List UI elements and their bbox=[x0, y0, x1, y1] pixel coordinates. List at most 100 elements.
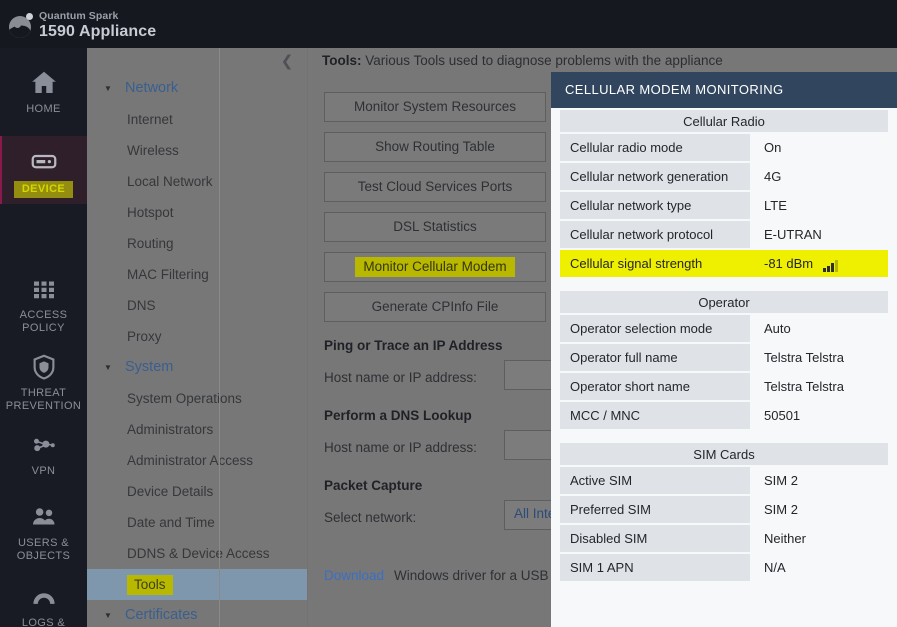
rail-label-logs-monitoring-line1: LOGS & bbox=[0, 617, 87, 627]
device-icon bbox=[29, 146, 59, 176]
row-key: Cellular network type bbox=[560, 192, 750, 219]
gauge-icon bbox=[29, 582, 59, 612]
tree-item-hotspot[interactable]: Hotspot bbox=[87, 197, 307, 228]
brand-product-name: Quantum Spark bbox=[39, 10, 118, 22]
chevron-left-icon[interactable]: ❮ bbox=[279, 54, 295, 70]
caret-down-icon: ▼ bbox=[104, 352, 112, 383]
tree-item-label: Routing bbox=[127, 236, 174, 251]
row-key: Operator selection mode bbox=[560, 315, 750, 342]
tree-item-administrator-access[interactable]: Administrator Access bbox=[87, 445, 307, 476]
row-value-cell: -81 dBm bbox=[750, 250, 888, 277]
tree-item-device-details[interactable]: Device Details bbox=[87, 476, 307, 507]
rail-item-vpn[interactable]: VPN bbox=[0, 426, 87, 486]
table-row: Disabled SIM Neither bbox=[560, 525, 888, 552]
row-key: Preferred SIM bbox=[560, 496, 750, 523]
tree-item-wireless[interactable]: Wireless bbox=[87, 135, 307, 166]
tree-item-system-operations[interactable]: System Operations bbox=[87, 383, 307, 414]
row-key: Cellular signal strength bbox=[560, 250, 750, 277]
section-header-cellular-radio: Cellular Radio bbox=[560, 110, 888, 132]
tree-group-label: Certificates bbox=[125, 607, 198, 623]
row-value: On bbox=[750, 134, 888, 161]
tree-list: ▼ Network Internet Wireless Local Networ… bbox=[87, 73, 307, 627]
tree-item-label: Administrators bbox=[127, 422, 213, 437]
table-row: Operator full name Telstra Telstra bbox=[560, 344, 888, 371]
button-label: Monitor Cellular Modem bbox=[355, 257, 514, 277]
tree-item-tools[interactable]: Tools bbox=[87, 569, 307, 600]
shield-icon bbox=[29, 352, 59, 382]
rail-label-threat-prevention-line2: PREVENTION bbox=[0, 400, 87, 413]
section-gap bbox=[551, 279, 897, 289]
tree-item-ddns-device-access[interactable]: DDNS & Device Access bbox=[87, 538, 307, 569]
quantum-spark-logo-icon bbox=[9, 13, 35, 39]
tree-item-label: DDNS & Device Access bbox=[127, 546, 270, 561]
row-value: LTE bbox=[750, 192, 888, 219]
select-network-label: Select network: bbox=[324, 510, 416, 525]
monitor-system-resources-button[interactable]: Monitor System Resources bbox=[324, 92, 546, 122]
table-row: Preferred SIM SIM 2 bbox=[560, 496, 888, 523]
section-heading-label: Cellular Radio bbox=[560, 110, 888, 132]
tree-item-date-and-time[interactable]: Date and Time bbox=[87, 507, 307, 538]
row-key: MCC / MNC bbox=[560, 402, 750, 429]
download-driver-link[interactable]: Download bbox=[324, 568, 384, 583]
row-key: Disabled SIM bbox=[560, 525, 750, 552]
row-value: 50501 bbox=[750, 402, 888, 429]
rail-item-users-objects[interactable]: USERS & OBJECTS bbox=[0, 498, 87, 568]
section-heading-label: SIM Cards bbox=[560, 443, 888, 465]
row-key: Cellular network protocol bbox=[560, 221, 750, 248]
row-key: Cellular network generation bbox=[560, 163, 750, 190]
section-header-operator: Operator bbox=[560, 291, 888, 313]
tree-item-proxy[interactable]: Proxy bbox=[87, 321, 307, 352]
dsl-statistics-button[interactable]: DSL Statistics bbox=[324, 212, 546, 242]
top-bar: Quantum Spark 1590 Appliance bbox=[0, 0, 897, 48]
table-row: Operator short name Telstra Telstra bbox=[560, 373, 888, 400]
rail-label-vpn: VPN bbox=[0, 465, 87, 478]
tree-item-mac-filtering[interactable]: MAC Filtering bbox=[87, 259, 307, 290]
button-label: Test Cloud Services Ports bbox=[358, 179, 513, 194]
dialog-body: Cellular Radio Cellular radio mode On Ce… bbox=[551, 108, 897, 583]
tree-item-routing[interactable]: Routing bbox=[87, 228, 307, 259]
tree-group-certificates[interactable]: ▼ Certificates bbox=[87, 600, 307, 627]
generate-cpinfo-file-button[interactable]: Generate CPInfo File bbox=[324, 292, 546, 322]
app-root: Quantum Spark 1590 Appliance HOME DEVICE bbox=[0, 0, 897, 627]
tools-description-text: Various Tools used to diagnose problems … bbox=[362, 53, 723, 68]
caret-down-icon: ▼ bbox=[104, 600, 112, 627]
tree-item-label: Tools bbox=[127, 575, 173, 595]
row-value: N/A bbox=[750, 554, 888, 581]
left-nav-rail: HOME DEVICE ACCESS POLICY THREAT bbox=[0, 48, 87, 627]
row-value: SIM 2 bbox=[750, 496, 888, 523]
row-key: Cellular radio mode bbox=[560, 134, 750, 161]
tree-item-administrators[interactable]: Administrators bbox=[87, 414, 307, 445]
show-routing-table-button[interactable]: Show Routing Table bbox=[324, 132, 546, 162]
dns-host-label: Host name or IP address: bbox=[324, 440, 477, 455]
tools-description: Tools: Various Tools used to diagnose pr… bbox=[322, 53, 723, 68]
tree-item-label: System Operations bbox=[127, 391, 242, 406]
button-label: Show Routing Table bbox=[375, 139, 495, 154]
row-key: Active SIM bbox=[560, 467, 750, 494]
rail-item-home[interactable]: HOME bbox=[0, 60, 87, 120]
rail-item-threat-prevention[interactable]: THREAT PREVENTION bbox=[0, 348, 87, 418]
tree-item-label: Proxy bbox=[127, 329, 162, 344]
tree-item-dns[interactable]: DNS bbox=[87, 290, 307, 321]
table-row: Active SIM SIM 2 bbox=[560, 467, 888, 494]
rail-item-device[interactable]: DEVICE bbox=[0, 136, 87, 204]
table-row-signal-strength: Cellular signal strength -81 dBm bbox=[560, 250, 888, 277]
section-header-sim-cards: SIM Cards bbox=[560, 443, 888, 465]
rail-item-logs-monitoring[interactable]: LOGS & MONITORING bbox=[0, 578, 87, 627]
row-value: Telstra Telstra bbox=[750, 373, 888, 400]
rail-item-access-policy[interactable]: ACCESS POLICY bbox=[0, 270, 87, 340]
tree-item-label: Device Details bbox=[127, 484, 213, 499]
tools-description-label: Tools: bbox=[322, 53, 362, 68]
tree-group-system[interactable]: ▼ System bbox=[87, 352, 307, 383]
tree-item-internet[interactable]: Internet bbox=[87, 104, 307, 135]
table-row: Cellular network generation 4G bbox=[560, 163, 888, 190]
row-key: SIM 1 APN bbox=[560, 554, 750, 581]
ping-trace-section-title: Ping or Trace an IP Address bbox=[324, 338, 503, 353]
tree-group-network[interactable]: ▼ Network bbox=[87, 73, 307, 104]
monitor-cellular-modem-button[interactable]: Monitor Cellular Modem bbox=[324, 252, 546, 282]
test-cloud-services-ports-button[interactable]: Test Cloud Services Ports bbox=[324, 172, 546, 202]
row-key: Operator short name bbox=[560, 373, 750, 400]
button-label: Monitor System Resources bbox=[354, 99, 516, 114]
rail-label-threat-prevention-line1: THREAT bbox=[0, 387, 87, 400]
tree-item-local-network[interactable]: Local Network bbox=[87, 166, 307, 197]
row-value: Telstra Telstra bbox=[750, 344, 888, 371]
